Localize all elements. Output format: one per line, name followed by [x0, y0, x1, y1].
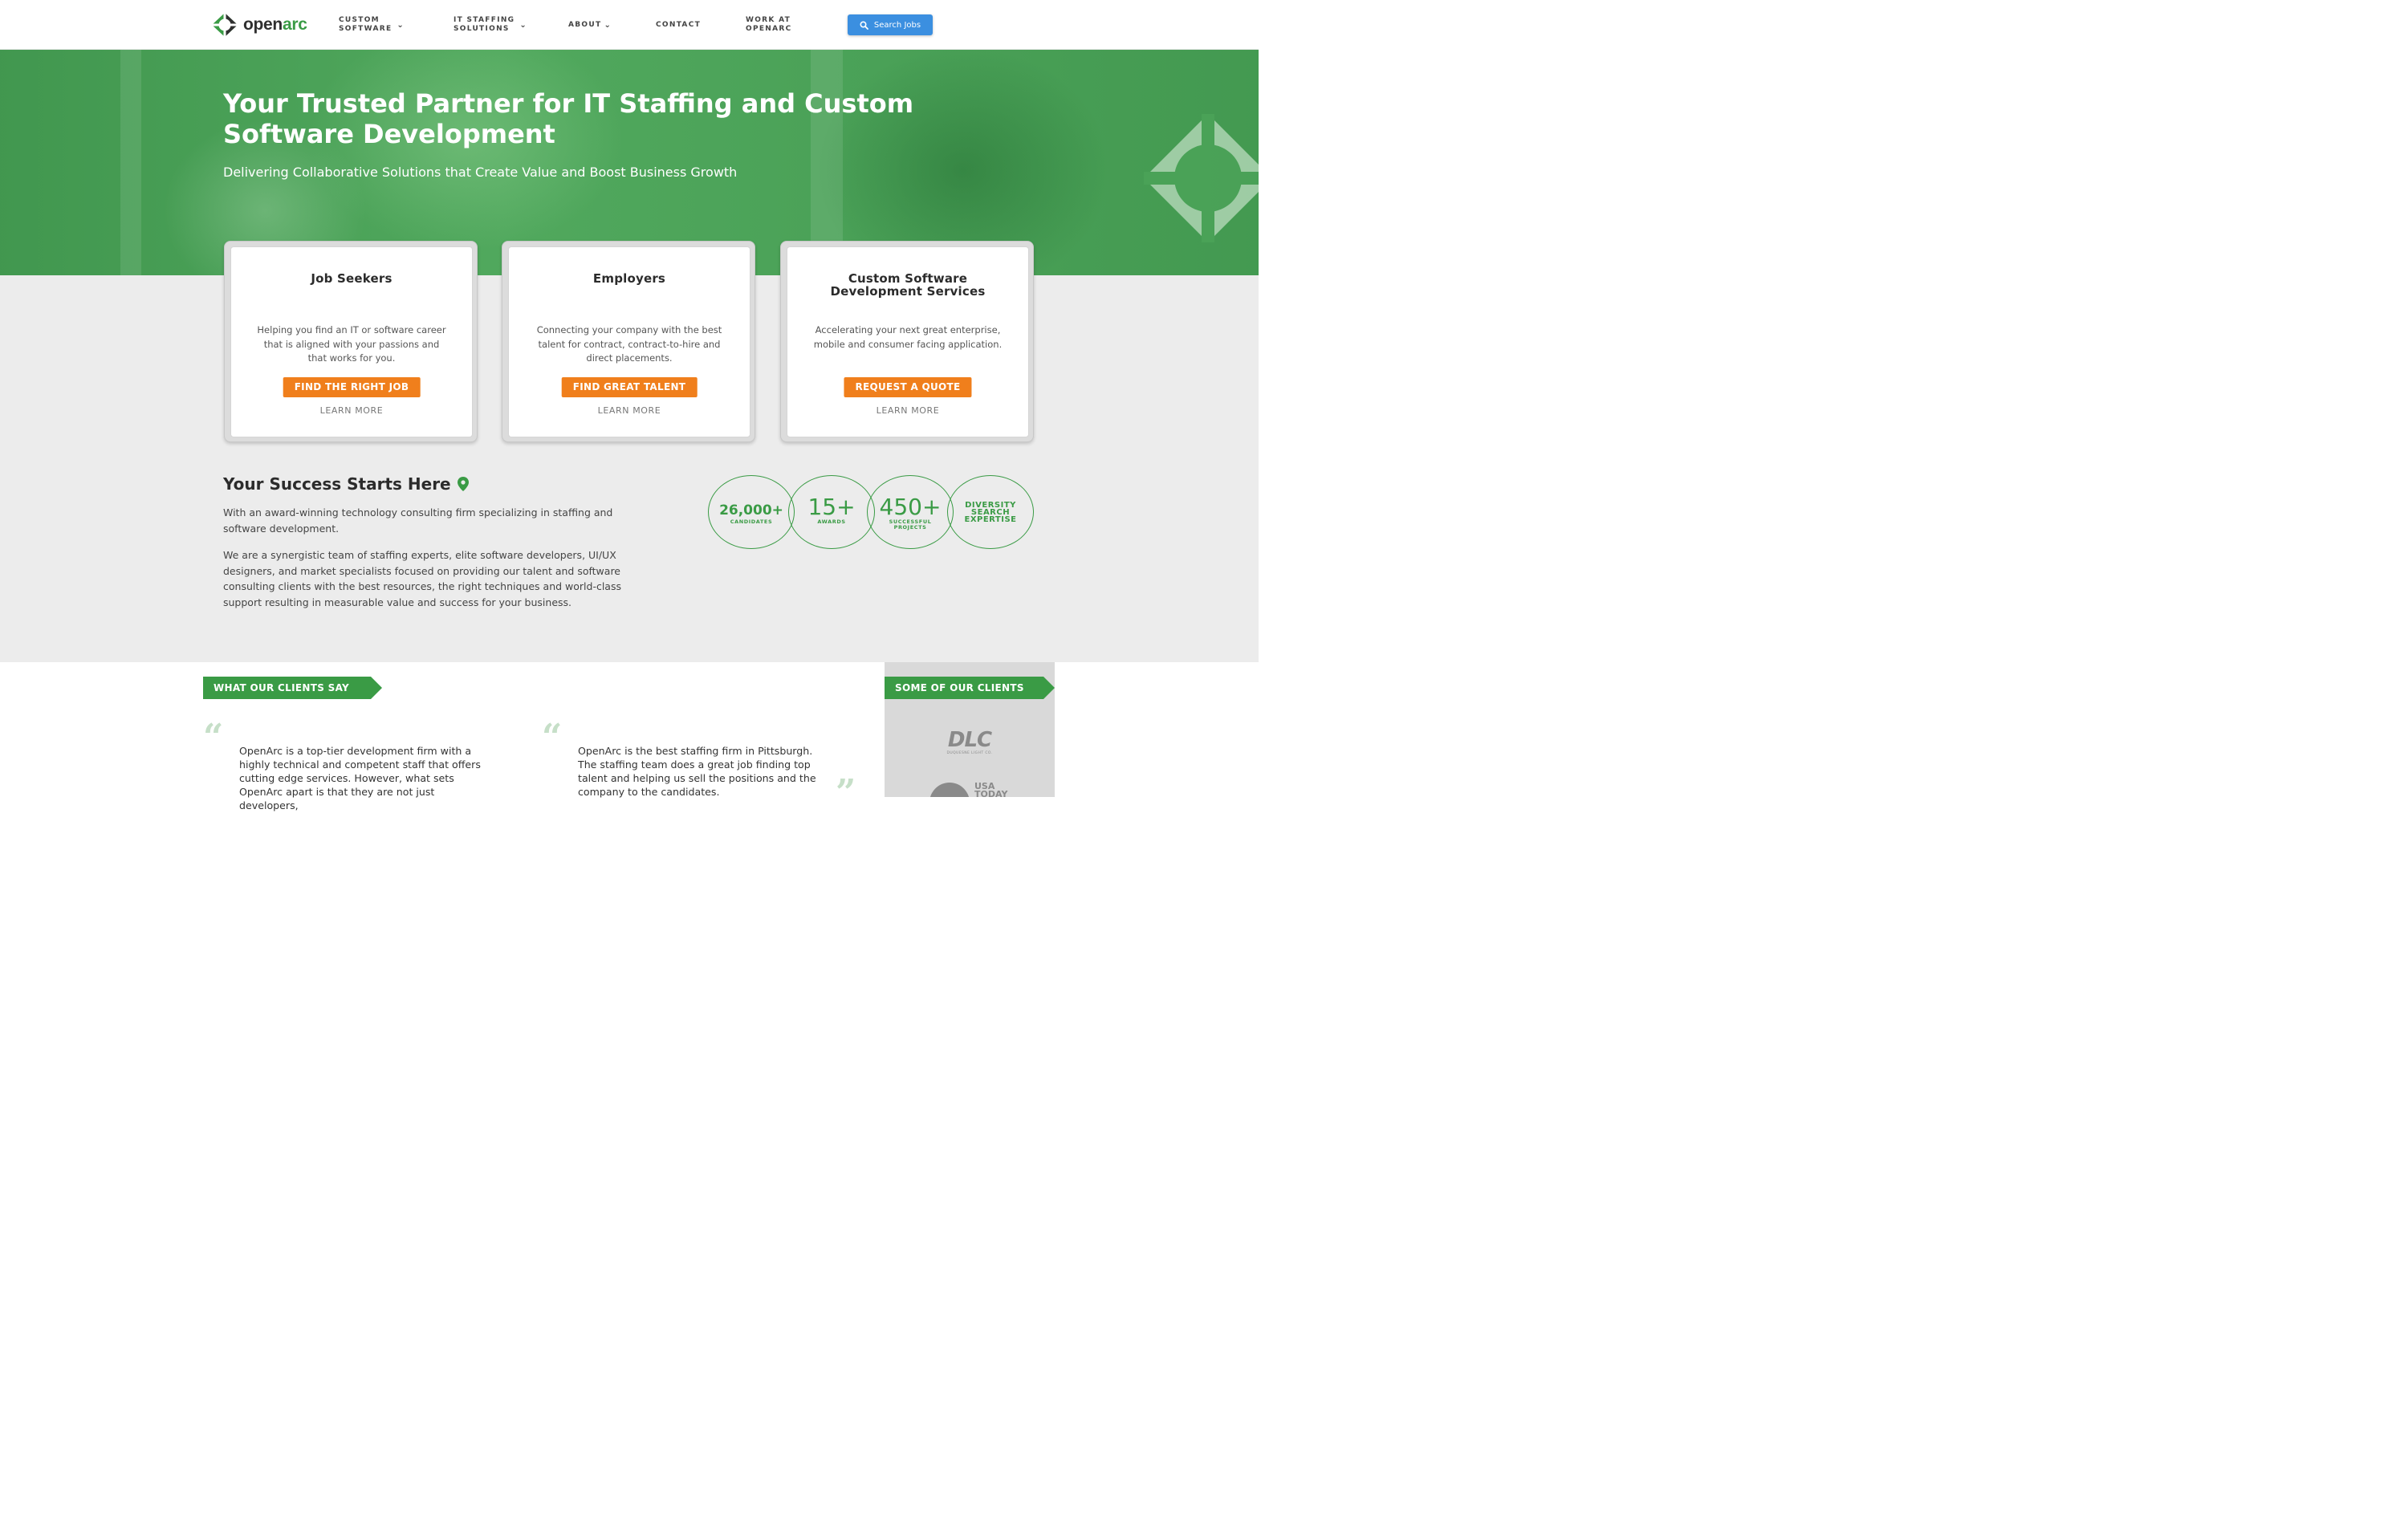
stat-value: 26,000+	[719, 502, 783, 518]
learn-more-link[interactable]: LEARN MORE	[787, 405, 1028, 416]
learn-more-link[interactable]: LEARN MORE	[509, 405, 750, 416]
stat-diversity-search: DIVERSITY SEARCH EXPERTISE	[947, 475, 1034, 549]
stat-awards: 15+ AWARDS	[788, 475, 875, 549]
nav-work-at-openarc[interactable]: WORK AT OPENARC	[746, 16, 792, 34]
client-logo-name: DLC	[947, 728, 992, 752]
custom-software-card: Custom Software Development Services Acc…	[780, 241, 1034, 442]
nav-it-staffing-solutions[interactable]: IT STAFFING SOLUTIONS ⌄	[454, 16, 527, 34]
testimonial-quote: OpenArc is a top-tier development firm w…	[239, 745, 481, 811]
hero-photo-detail	[120, 50, 141, 275]
client-logo-subtext: DUQUESNE LIGHT CO.	[946, 751, 993, 755]
success-heading: Your Success Starts Here	[223, 474, 469, 494]
card-description: Connecting your company with the best ta…	[536, 324, 722, 364]
nav-contact[interactable]: CONTACT	[656, 21, 701, 30]
nav-about[interactable]: ABOUT ⌄	[568, 21, 612, 30]
nav-custom-software[interactable]: CUSTOM SOFTWARE ⌄	[339, 16, 405, 34]
employers-card: Employers Connecting your company with t…	[502, 241, 755, 442]
hero-title: Your Trusted Partner for IT Staffing and…	[223, 88, 914, 149]
quote-open-icon: “	[542, 717, 563, 758]
card-title: Employers	[592, 271, 666, 286]
stat-value: 450+	[879, 494, 942, 520]
card-description: Helping you find an IT or software caree…	[257, 324, 446, 364]
job-seekers-card: Job Seekers Helping you find an IT or so…	[224, 241, 478, 442]
learn-more-link[interactable]: LEARN MORE	[231, 405, 472, 416]
stat-label: AWARDS	[817, 518, 846, 525]
map-pin-icon	[457, 477, 469, 491]
stat-label: DIVERSITY SEARCH EXPERTISE	[964, 501, 1017, 524]
openarc-logo-mark-icon	[211, 12, 238, 38]
quote-open-icon: “	[203, 717, 224, 758]
clients-say-ribbon: WHAT OUR CLIENTS SAY	[203, 677, 382, 699]
request-a-quote-button[interactable]: REQUEST A QUOTE	[844, 377, 972, 397]
usa-today-dot-icon	[929, 783, 970, 797]
openarc-logo[interactable]: openarc	[211, 12, 307, 38]
search-icon	[860, 20, 868, 30]
stat-successful-projects: 450+ SUCCESSFUL PROJECTS	[867, 475, 954, 549]
chevron-down-icon: ⌄	[604, 21, 612, 30]
success-intro-paragraph: With an award-winning technology consult…	[223, 506, 613, 535]
chevron-down-icon: ⌄	[519, 20, 528, 30]
clients-panel: SOME OF OUR CLIENTS DLC DUQUESNE LIGHT C…	[885, 662, 1055, 797]
openarc-watermark-icon	[1144, 114, 1259, 242]
chevron-down-icon: ⌄	[397, 20, 405, 30]
stat-label: SUCCESSFUL PROJECTS	[889, 518, 932, 531]
card-title: Job Seekers	[311, 271, 393, 286]
find-great-talent-button[interactable]: FIND GREAT TALENT	[561, 377, 698, 397]
client-logo-name: USA TODAY	[974, 781, 1008, 797]
find-the-right-job-button[interactable]: FIND THE RIGHT JOB	[283, 377, 421, 397]
hero-subtitle: Delivering Collaborative Solutions that …	[223, 165, 738, 180]
logo-wordmark: openarc	[243, 15, 307, 34]
card-title: Custom Software Development Services	[830, 271, 986, 299]
success-body-paragraph: We are a synergistic team of staffing ex…	[223, 549, 621, 609]
site-header: openarc CUSTOM SOFTWARE ⌄ IT STAFFING SOLU…	[0, 0, 1259, 50]
stat-candidates: 26,000+ CANDIDATES	[708, 475, 795, 549]
client-logo-usa-today: USA TODAY	[929, 781, 1018, 797]
client-logo-dlc: DLC DUQUESNE LIGHT CO.	[938, 730, 1002, 755]
some-of-our-clients-ribbon: SOME OF OUR CLIENTS	[885, 677, 1055, 699]
card-description: Accelerating your next great enterprise,…	[813, 324, 1003, 350]
testimonial-quote: OpenArc is the best staffing firm in Pit…	[578, 745, 816, 798]
search-jobs-button[interactable]: Search Jobs	[848, 14, 933, 35]
quote-close-icon: ”	[836, 772, 856, 813]
stat-label: CANDIDATES	[730, 518, 773, 525]
stat-value: 15+	[807, 494, 856, 520]
